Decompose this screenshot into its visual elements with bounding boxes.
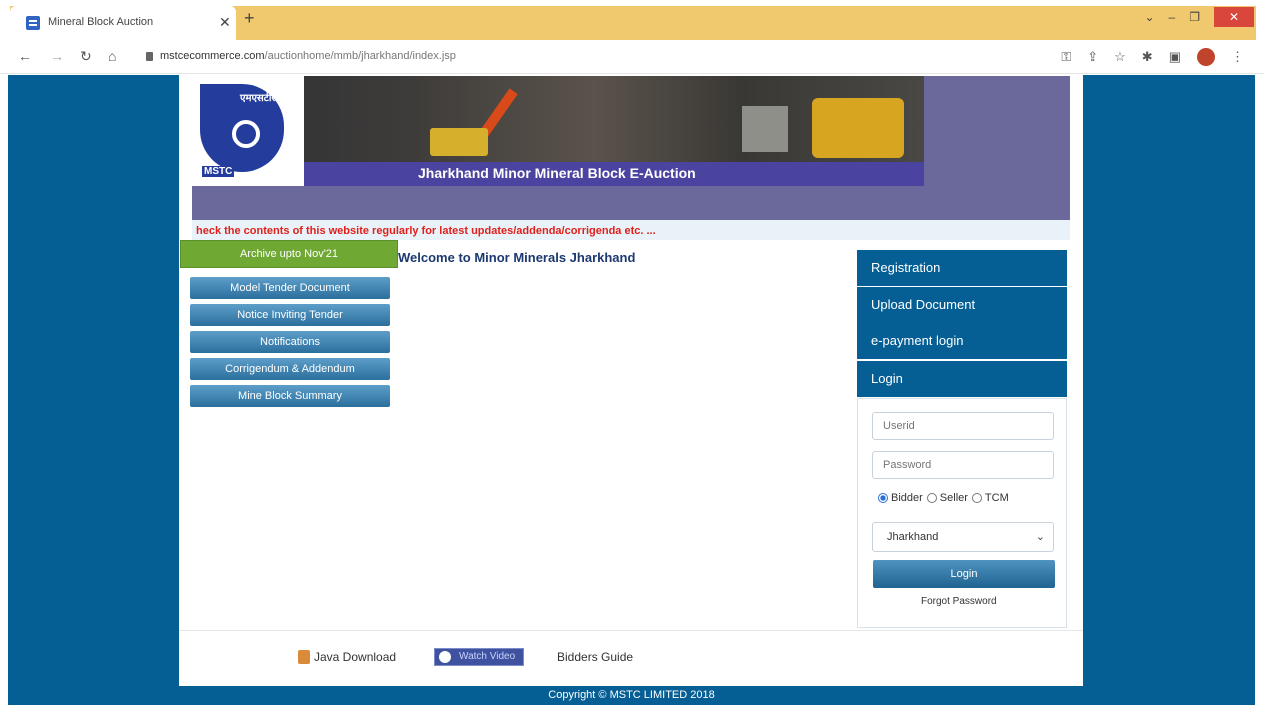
url-field[interactable]: mstcecommerce.com/auctionhome/mmb/jharkh… [160, 50, 456, 62]
extensions-icon[interactable]: ✱ [1142, 49, 1153, 65]
logo-text: MSTC [202, 166, 235, 177]
star-icon[interactable]: ☆ [1114, 49, 1126, 65]
tab-search-icon[interactable]: ⌄ [1144, 10, 1154, 24]
upload-document-link[interactable]: Upload Document [857, 287, 1067, 323]
user-type-radios: Bidder Seller TCM [878, 492, 1009, 504]
mstc-logo: एमएसटीसी MSTC [192, 76, 304, 186]
java-icon [298, 650, 310, 664]
chevron-down-icon: ⌄ [1035, 531, 1045, 543]
lock-icon[interactable] [146, 52, 153, 61]
loader-image [812, 98, 904, 158]
menu-dots-icon[interactable]: ⋮ [1231, 49, 1244, 65]
archive-button[interactable]: Archive upto Nov'21 [180, 240, 398, 268]
restore-icon[interactable]: ❐ [1189, 10, 1200, 24]
banner-title: Jharkhand Minor Mineral Block E-Auction [418, 165, 696, 181]
bidder-radio[interactable] [878, 493, 888, 503]
back-icon[interactable]: ← [18, 48, 32, 64]
tab-close-icon[interactable]: ✕ [219, 14, 231, 31]
browser-tab-bar: Mineral Block Auction ✕ + ⌄ – ❐ ✕ [0, 0, 1264, 40]
java-download-link[interactable]: Java Download [298, 650, 396, 664]
notice-inviting-tender-button[interactable]: Notice Inviting Tender [190, 304, 390, 326]
seller-radio-label: Seller [939, 492, 968, 504]
home-icon[interactable]: ⌂ [108, 48, 116, 64]
tcm-radio[interactable] [971, 493, 982, 503]
logo-hindi-text: एमएसटीसी [240, 93, 281, 104]
tab-title: Mineral Block Auction [48, 16, 154, 28]
address-bar-row: ← → ↻ ⌂ mstcecommerce.com/auctionhome/mm… [0, 40, 1264, 74]
dump-truck-image [742, 106, 788, 152]
notifications-button[interactable]: Notifications [190, 331, 390, 353]
share-icon[interactable]: ⇪ [1087, 49, 1098, 65]
url-path: /auctionhome/mmb/jharkhand/index.jsp [264, 50, 456, 62]
key-icon[interactable]: ⚿ [1061, 49, 1071, 65]
window-close-icon[interactable]: ✕ [1214, 7, 1254, 27]
marquee-text: heck the contents of this website regula… [196, 225, 656, 237]
url-host: mstcecommerce.com [160, 50, 265, 62]
java-download-label: Java Download [314, 650, 397, 664]
welcome-heading: Welcome to Minor Minerals Jharkhand [398, 250, 636, 265]
state-select-value: Jharkhand [887, 531, 939, 543]
browser-tab[interactable]: Mineral Block Auction ✕ [10, 6, 236, 40]
epayment-login-link[interactable]: e-payment login [857, 323, 1067, 359]
play-icon [439, 651, 451, 663]
truck-image [430, 128, 488, 156]
logo-ring-icon [232, 120, 260, 148]
new-tab-icon[interactable]: + [244, 8, 255, 29]
bidder-radio-label: Bidder [891, 492, 923, 504]
copyright-text: Copyright © MSTC LIMITED 2018 [548, 689, 715, 701]
registration-link[interactable]: Registration [857, 250, 1067, 286]
mine-block-summary-button[interactable]: Mine Block Summary [190, 385, 390, 407]
toolbar-icons: ⚿ ⇪ ☆ ✱ ▣ ⋮ [1061, 48, 1244, 66]
header-banner: Jharkhand Minor Mineral Block E-Auction … [192, 76, 924, 186]
profile-avatar[interactable] [1197, 48, 1215, 66]
password-input[interactable] [872, 451, 1054, 479]
seller-radio[interactable] [926, 493, 937, 503]
login-button[interactable]: Login [873, 560, 1055, 588]
bidders-guide-link[interactable]: Bidders Guide [557, 650, 633, 664]
forgot-password-link[interactable]: Forgot Password [921, 596, 997, 607]
login-header: Login [857, 361, 1067, 397]
minimize-icon[interactable]: – [1169, 10, 1176, 24]
corrigendum-addendum-button[interactable]: Corrigendum & Addendum [190, 358, 390, 380]
state-select[interactable]: Jharkhand ⌄ [872, 522, 1054, 552]
window-controls: ⌄ – ❐ ✕ [1130, 6, 1254, 28]
watch-video-button[interactable]: Watch Video [434, 648, 524, 666]
userid-input[interactable] [872, 412, 1054, 440]
forward-icon[interactable]: → [50, 48, 64, 64]
sidebar-icon[interactable]: ▣ [1169, 49, 1181, 65]
model-tender-document-button[interactable]: Model Tender Document [190, 277, 390, 299]
tcm-radio-label: TCM [984, 492, 1009, 504]
reload-icon[interactable]: ↻ [80, 48, 92, 65]
announcement-marquee: heck the contents of this website regula… [192, 220, 1070, 240]
watch-video-label: Watch Video [459, 651, 516, 662]
site-favicon-icon [26, 16, 40, 30]
